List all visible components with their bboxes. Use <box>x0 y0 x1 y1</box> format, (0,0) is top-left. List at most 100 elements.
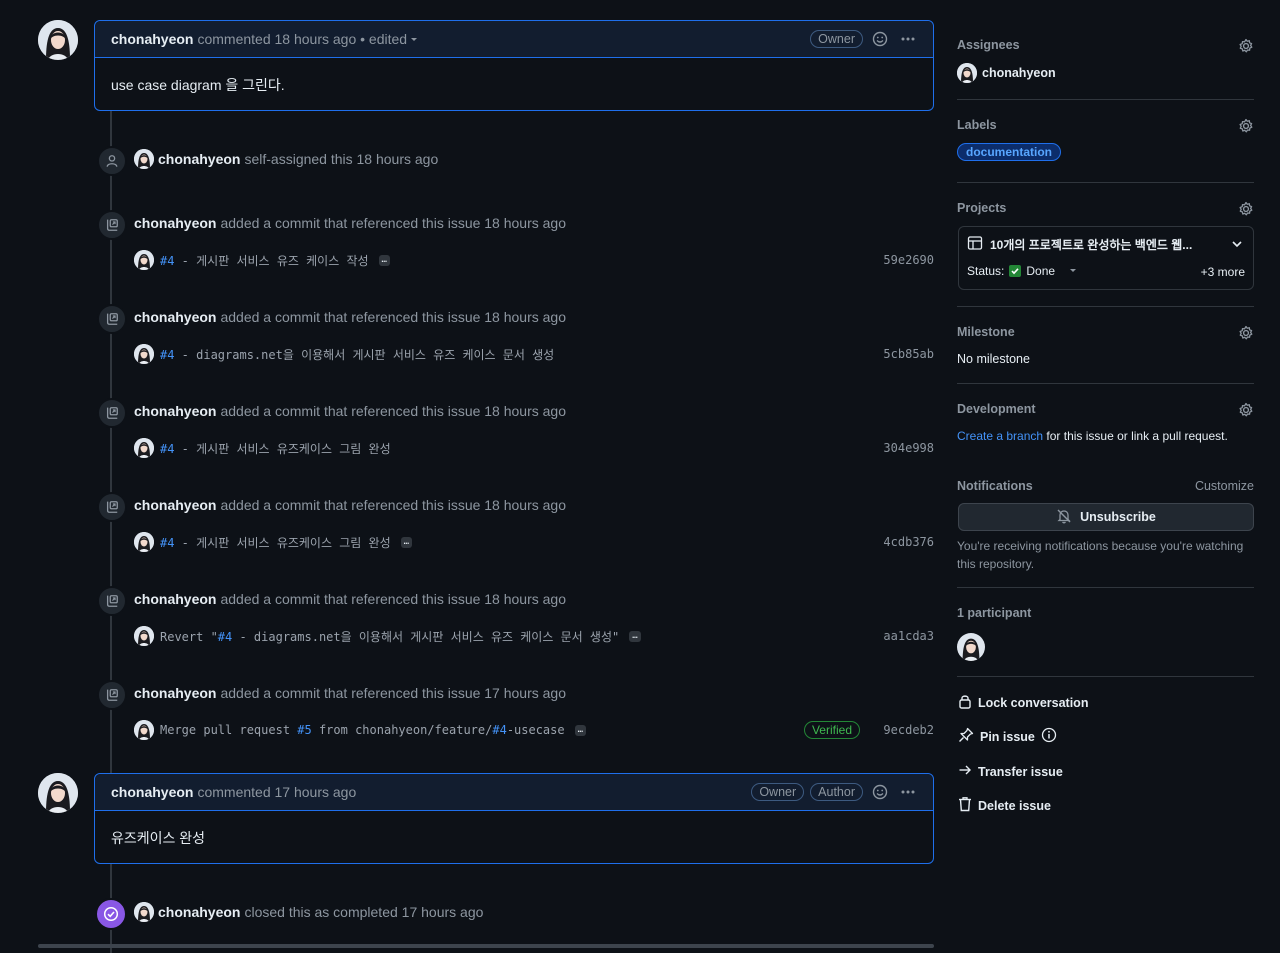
issue-reference-link[interactable]: #4 <box>160 536 174 550</box>
gear-icon[interactable] <box>1238 402 1254 421</box>
create-branch-link[interactable]: Create a branch <box>957 429 1043 443</box>
event-actor[interactable]: chonahyeon <box>134 497 216 513</box>
avatar[interactable] <box>134 344 154 364</box>
lock-conversation-button[interactable]: Lock conversation <box>958 693 1088 712</box>
more-projects-link[interactable]: +3 more <box>1201 265 1245 279</box>
horizontal-scrollbar[interactable] <box>38 944 934 948</box>
comment-box: chonahyeon commented 18 hours ago • edit… <box>94 20 934 111</box>
project-status[interactable]: Status: Done <box>967 264 1078 278</box>
avatar[interactable] <box>134 532 154 552</box>
expand-commit-button[interactable]: … <box>378 254 390 266</box>
commit-text: - diagrams.net을 이용해서 게시판 서비스 유즈 케이스 문서 생… <box>174 347 555 362</box>
commit-sha-link[interactable]: 304e998 <box>883 441 934 455</box>
event-description: added a commit that referenced this issu… <box>220 591 567 607</box>
gear-icon[interactable] <box>1238 38 1254 57</box>
gear-icon[interactable] <box>1238 118 1254 137</box>
issue-reference-link[interactable]: #4 <box>160 442 174 456</box>
lock-label: Lock conversation <box>978 695 1089 710</box>
assign-event: chonahyeon self-assigned this 18 hours a… <box>134 149 438 169</box>
event-actor[interactable]: chonahyeon <box>134 591 216 607</box>
issue-reference-link[interactable]: #5 <box>297 723 311 737</box>
event-description: added a commit that referenced this issu… <box>220 685 567 701</box>
project-name[interactable]: 10개의 프로젝트로 완성하는 백엔드 웹... <box>990 236 1192 253</box>
gear-icon[interactable] <box>1238 325 1254 344</box>
notifications-section: Notifications Customize Unsubscribe You'… <box>957 479 1254 579</box>
expand-commit-button[interactable]: … <box>629 630 641 642</box>
unsubscribe-button[interactable]: Unsubscribe <box>958 503 1254 531</box>
project-title-row[interactable]: 10개의 프로젝트로 완성하는 백엔드 웹... <box>967 235 1192 254</box>
delete-issue-button[interactable]: Delete issue <box>958 796 1051 815</box>
assignee-item[interactable]: chonahyeon <box>957 63 1056 83</box>
section-title: Development <box>957 402 1036 416</box>
comment-author[interactable]: chonahyeon <box>111 784 193 800</box>
person-icon <box>97 146 127 176</box>
customize-link[interactable]: Customize <box>1195 479 1254 493</box>
info-icon[interactable] <box>1041 727 1057 746</box>
issue-reference-link[interactable]: #4 <box>218 630 232 644</box>
avatar[interactable] <box>134 438 154 458</box>
avatar[interactable] <box>134 149 154 169</box>
avatar[interactable] <box>134 626 154 646</box>
comment-meta[interactable]: commented 17 hours ago <box>197 784 356 800</box>
comment-meta[interactable]: commented 18 hours ago • edited <box>197 31 407 47</box>
kebab-icon[interactable] <box>897 28 919 50</box>
commit-message[interactable]: #4 - 게시판 서비스 유즈 케이스 작성 <box>160 252 369 269</box>
commit-text: from chonahyeon/feature/ <box>311 723 493 737</box>
avatar[interactable] <box>134 250 154 270</box>
repo-push-icon <box>97 492 127 522</box>
event-actor[interactable]: chonahyeon <box>134 215 216 231</box>
event-actor[interactable]: chonahyeon <box>134 403 216 419</box>
smiley-icon[interactable] <box>869 28 891 50</box>
event-actor[interactable]: chonahyeon <box>134 309 216 325</box>
transfer-issue-button[interactable]: Transfer issue <box>958 763 1063 780</box>
commit-sha-link[interactable]: 59e2690 <box>883 253 934 267</box>
gear-icon[interactable] <box>1238 201 1254 220</box>
event-description: added a commit that referenced this issu… <box>220 403 567 419</box>
issue-reference-link[interactable]: #4 <box>160 254 174 268</box>
chevron-down-icon[interactable] <box>1231 237 1243 253</box>
avatar[interactable] <box>134 902 154 922</box>
participant-avatar[interactable] <box>957 633 985 661</box>
commit-sha-link[interactable]: 9ecdeb2 <box>883 723 934 737</box>
participants-section: 1 participant <box>957 606 1254 666</box>
section-title: Milestone <box>957 325 1015 339</box>
avatar[interactable] <box>38 773 78 813</box>
commit-sha-link[interactable]: 5cb85ab <box>883 347 934 361</box>
event-actor[interactable]: chonahyeon <box>158 904 240 920</box>
commit-message[interactable]: Revert "#4 - diagrams.net을 이용해서 게시판 서비스 … <box>160 628 619 645</box>
commit-message[interactable]: #4 - 게시판 서비스 유즈케이스 그림 완성 <box>160 534 391 551</box>
issue-reference-link[interactable]: #4 <box>160 348 174 362</box>
issue-reference-link[interactable]: #4 <box>492 723 506 737</box>
commit-message[interactable]: #4 - diagrams.net을 이용해서 게시판 서비스 유즈 케이스 문… <box>160 346 554 363</box>
chevron-down-icon[interactable] <box>407 28 421 50</box>
kebab-icon[interactable] <box>897 781 919 803</box>
caret-down-icon[interactable] <box>1068 264 1078 278</box>
assignee-name[interactable]: chonahyeon <box>982 66 1056 80</box>
avatar[interactable] <box>957 63 977 83</box>
event-actor[interactable]: chonahyeon <box>134 685 216 701</box>
verified-badge[interactable]: Verified <box>803 721 860 739</box>
pin-issue-button[interactable]: Pin issue <box>958 727 1057 746</box>
label-documentation[interactable]: documentation <box>957 143 1061 161</box>
divider <box>957 383 1254 384</box>
trash-icon <box>958 796 972 815</box>
event-description: self-assigned this 18 hours ago <box>244 151 439 167</box>
commit-sha-link[interactable]: 4cdb376 <box>883 535 934 549</box>
commit-row: #4 - 게시판 서비스 유즈케이스 그림 완성 304e998 <box>134 436 934 460</box>
commit-text: - 게시판 서비스 유즈케이스 그림 완성 <box>174 441 391 456</box>
expand-commit-button[interactable]: … <box>574 724 587 736</box>
projects-section: Projects 10개의 프로젝트로 완성하는 백엔드 웹... Status… <box>957 201 1254 291</box>
smiley-icon[interactable] <box>869 781 891 803</box>
commit-event: chonahyeon added a commit that referenced… <box>134 683 566 703</box>
comment-author[interactable]: chonahyeon <box>111 31 193 47</box>
event-actor[interactable]: chonahyeon <box>158 151 240 167</box>
avatar[interactable] <box>38 20 78 60</box>
pin-icon <box>958 727 974 746</box>
commit-sha-link[interactable]: aa1cda3 <box>883 629 934 643</box>
expand-commit-button[interactable]: … <box>400 536 413 548</box>
avatar[interactable] <box>134 720 154 740</box>
commit-message[interactable]: Merge pull request #5 from chonahyeon/fe… <box>160 723 565 737</box>
commit-message[interactable]: #4 - 게시판 서비스 유즈케이스 그림 완성 <box>160 440 391 457</box>
transfer-label: Transfer issue <box>978 764 1063 779</box>
comment-body: 유즈케이스 완성 <box>111 830 206 846</box>
